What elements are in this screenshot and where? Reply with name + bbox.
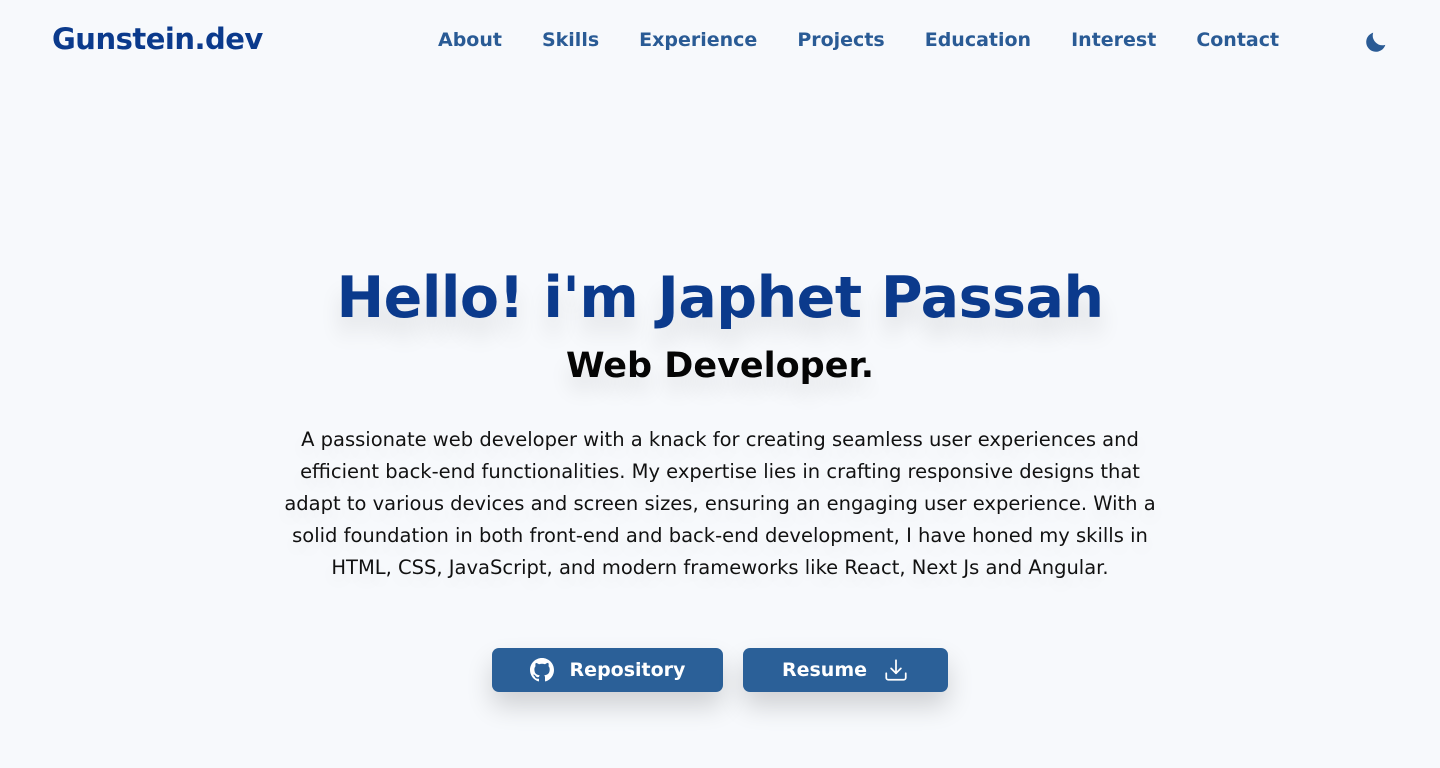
hero-actions: Repository Resume xyxy=(0,648,1440,692)
nav-link-skills[interactable]: Skills xyxy=(542,29,599,51)
nav-link-projects[interactable]: Projects xyxy=(797,29,884,51)
nav-link-education[interactable]: Education xyxy=(925,29,1031,51)
site-header: Gunstein.dev About Skills Experience Pro… xyxy=(0,0,1440,84)
github-icon xyxy=(529,658,554,682)
resume-download-button[interactable]: Resume xyxy=(743,648,948,692)
download-icon xyxy=(883,657,909,683)
main-nav: About Skills Experience Projects Educati… xyxy=(438,29,1279,51)
hero-section: Hello! i'm Japhet Passah Web Developer. … xyxy=(0,258,1440,584)
site-logo[interactable]: Gunstein.dev xyxy=(52,22,263,56)
theme-toggle-button[interactable] xyxy=(1361,27,1391,57)
hero-description: A passionate web developer with a knack … xyxy=(284,428,1156,579)
resume-button-label: Resume xyxy=(781,659,868,681)
repository-button-label: Repository xyxy=(569,659,686,681)
hero-title: Hello! i'm Japhet Passah xyxy=(336,265,1104,331)
repository-button[interactable]: Repository xyxy=(492,648,723,692)
moon-icon xyxy=(1366,32,1386,52)
nav-link-contact[interactable]: Contact xyxy=(1196,29,1279,51)
nav-link-interest[interactable]: Interest xyxy=(1071,29,1156,51)
nav-link-experience[interactable]: Experience xyxy=(639,29,757,51)
hero-subtitle: Web Developer. xyxy=(565,346,875,386)
nav-link-about[interactable]: About xyxy=(438,29,502,51)
